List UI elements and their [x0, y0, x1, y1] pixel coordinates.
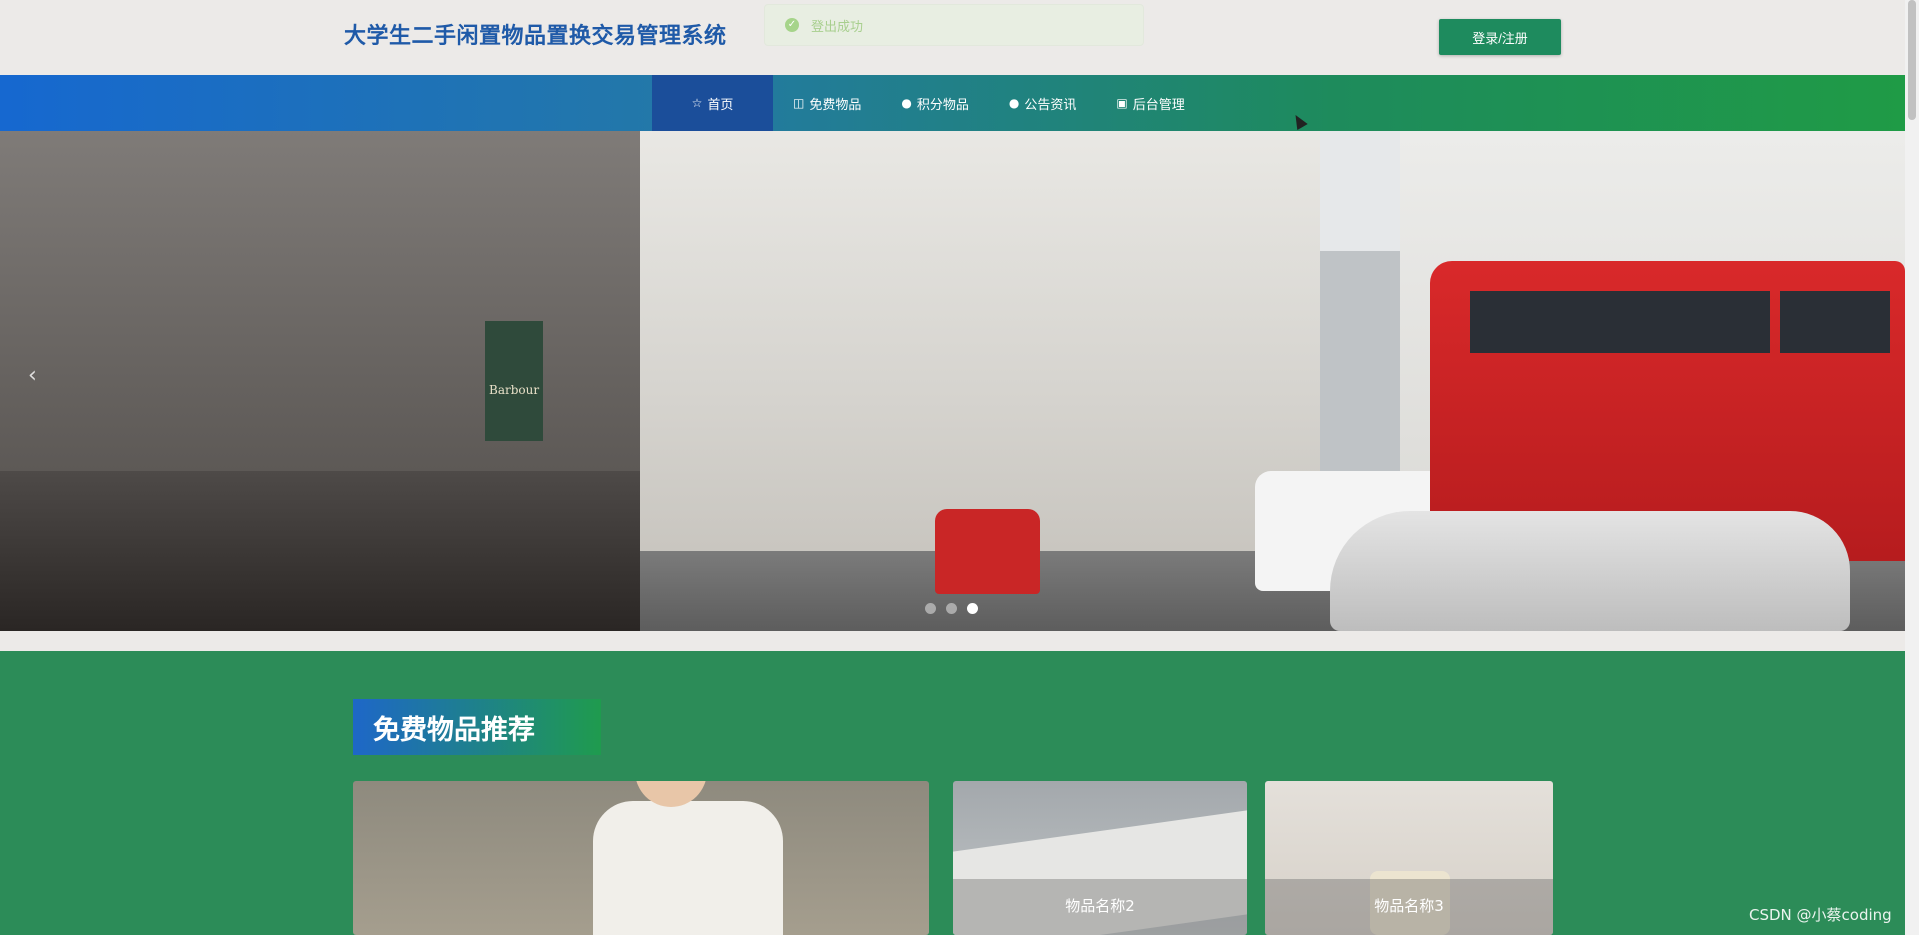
- carousel-indicators: [925, 603, 978, 614]
- main-nav: ☆ 首页 ◫ 免费物品 ● 积分物品 ● 公告资讯 ▣ 后台管理: [0, 75, 1905, 131]
- info-icon: ●: [901, 96, 912, 110]
- watermark: CSDN @小蔡coding: [1749, 906, 1892, 924]
- nav-item-label: 积分物品: [916, 97, 969, 113]
- page-scrollbar[interactable]: [1905, 0, 1919, 935]
- nav-item-free-items[interactable]: ◫ 免费物品: [773, 75, 881, 131]
- scrollbar-thumb[interactable]: [1908, 0, 1916, 120]
- nav-item-points-items[interactable]: ● 积分物品: [881, 75, 989, 131]
- banner-red-car: [935, 509, 1040, 594]
- star-icon: ☆: [691, 96, 703, 110]
- banner-white-car: [1330, 511, 1850, 631]
- logout-toast: ✓ 登出成功: [764, 4, 1144, 46]
- nav-item-home[interactable]: ☆ 首页: [652, 75, 773, 131]
- login-register-button[interactable]: 登录/注册: [1439, 19, 1561, 55]
- nav-item-label: 免费物品: [809, 97, 862, 113]
- banner-carousel[interactable]: Barbour ‹: [0, 131, 1905, 631]
- check-circle-icon: ✓: [785, 18, 799, 32]
- header: 大学生二手闲置物品置换交易管理系统 ✓ 登出成功 登录/注册: [0, 0, 1905, 75]
- nav-item-admin[interactable]: ▣ 后台管理: [1096, 75, 1204, 131]
- item-card[interactable]: [353, 781, 929, 935]
- carousel-dot-active[interactable]: [967, 603, 978, 614]
- item-card[interactable]: 物品名称2: [953, 781, 1247, 935]
- toast-message: 登出成功: [811, 19, 864, 35]
- item-card-label: 物品名称3: [1265, 879, 1553, 935]
- nav-item-label: 公告资讯: [1024, 97, 1077, 113]
- carousel-dot[interactable]: [946, 603, 957, 614]
- item-image-dress: [593, 801, 783, 935]
- question-icon: ●: [1008, 96, 1020, 110]
- site-title: 大学生二手闲置物品置换交易管理系统: [344, 24, 727, 49]
- nav-item-label: 后台管理: [1132, 97, 1185, 113]
- item-card-label: 物品名称2: [953, 879, 1247, 935]
- nav-item-label: 首页: [707, 97, 734, 113]
- section-title: 免费物品推荐: [353, 699, 601, 755]
- banner-flag-text: Barbour: [489, 383, 540, 397]
- briefcase-icon: ▣: [1116, 96, 1128, 110]
- free-items-section: 免费物品推荐 物品名称2 物品名称3: [0, 651, 1905, 935]
- item-card[interactable]: 物品名称3: [1265, 781, 1553, 935]
- nav-item-announcements[interactable]: ● 公告资讯: [989, 75, 1097, 131]
- bag-icon: ◫: [793, 96, 805, 110]
- carousel-prev-icon[interactable]: ‹: [28, 363, 37, 388]
- banner-flag: [485, 321, 543, 441]
- carousel-dot[interactable]: [925, 603, 936, 614]
- banner-crowd: [0, 471, 640, 631]
- banner-building-center: [600, 131, 1320, 561]
